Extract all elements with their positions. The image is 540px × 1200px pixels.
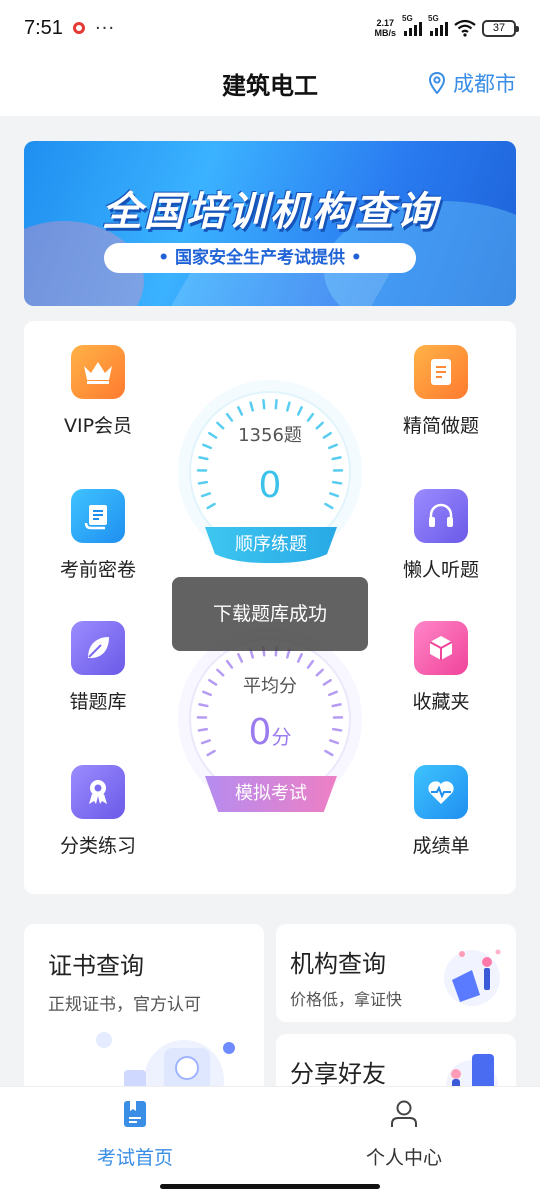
gauge-tick [262,399,266,410]
bottom-navigation: 考试首页 个人中心 [0,1086,540,1200]
nav-profile-label: 个人中心 [365,1147,442,1169]
status-indicators: 2.17 MB/s 5G 5G 37 [374,14,519,38]
nav-profile[interactable]: 个人中心 [324,1099,484,1170]
notification-icon [72,22,85,34]
gauge-tick [198,703,209,708]
average-score-label: 平均分 [243,676,297,697]
app-header: 建筑电工 成都市 [0,56,540,116]
location-label: 成都市 [453,72,516,96]
certificate-query-title: 证书查询 [48,952,144,980]
location-pin-icon [429,72,445,94]
signal-type-label: 5G [402,14,413,23]
banner-title: 全国培训机构查询 [102,189,438,235]
signal-type-label: 5G [428,14,439,23]
wifi-icon [454,19,476,37]
institution-query-title: 机构查询 [290,950,386,978]
status-time: 7:51 [24,16,63,39]
average-score-number: 0 [248,712,272,753]
more-notifications-icon: ··· [94,17,116,39]
institution-query-subtitle: 价格低，拿证快 [290,990,403,1009]
exam-secret-paper-label: 考前密卷 [59,559,136,581]
vip-member-item[interactable]: VIP会员 [28,345,168,438]
sequential-practice-button[interactable]: 顺序练题 [205,527,337,563]
scroll-document-icon [71,489,125,543]
vip-member-label: VIP会员 [63,415,133,437]
score-unit: 分 [271,725,292,749]
lazy-listen-label: 懒人听题 [402,559,479,581]
question-count: 1356题 [238,425,302,446]
status-bar: 7:51 ··· 2.17 MB/s 5G 5G 37 [0,0,540,56]
certificate-query-subtitle: 正规证书，官方认可 [48,995,201,1015]
institution-illustration [444,949,501,1006]
heart-pulse-icon [414,765,468,819]
average-score-value: 0分 [175,712,365,753]
favorites-item[interactable]: 收藏夹 [371,621,511,714]
simplified-practice-item[interactable]: 精简做题 [371,345,511,438]
box-icon [414,621,468,675]
mock-exam-button[interactable]: 模拟考试 [205,776,337,812]
practice-progress-value: 0 [258,465,282,506]
toast-message: 下载题库成功 [172,577,368,651]
score-sheet-label: 成绩单 [412,835,470,857]
home-indicator[interactable] [160,1184,380,1189]
headphones-icon [414,489,468,543]
lazy-listen-item[interactable]: 懒人听题 [371,489,511,582]
score-sheet-item[interactable]: 成绩单 [371,765,511,858]
exam-book-icon [124,1101,146,1127]
battery-icon: 37 [482,19,519,37]
share-friends-title: 分享好友 [290,1060,386,1088]
award-badge-icon [71,765,125,819]
institution-query-card[interactable]: 机构查询 价格低，拿证快 [276,924,516,1022]
signal-icon: 5G [428,14,448,36]
gauge-tick [274,399,278,410]
category-practice-label: 分类练习 [59,835,136,857]
network-speed-value: 2.17 [376,18,394,28]
certificate-query-card[interactable]: 证书查询 正规证书，官方认可 [24,924,264,1104]
network-speed: 2.17 MB/s [374,18,396,38]
network-speed-unit: MB/s [374,28,396,38]
favorites-label: 收藏夹 [412,691,470,713]
note-document-icon [414,345,468,399]
leaf-icon [71,621,125,675]
gauge-tick [331,703,342,708]
category-practice-item[interactable]: 分类练习 [28,765,168,858]
gauge-tick [198,456,209,461]
exam-secret-paper-item[interactable]: 考前密卷 [28,489,168,582]
promo-banner[interactable]: 全国培训机构查询 [24,141,516,306]
nav-exam-home-label: 考试首页 [96,1147,173,1169]
user-profile-icon [391,1100,417,1127]
wrong-question-bank-label: 错题库 [69,691,127,713]
simplified-practice-label: 精简做题 [402,415,479,437]
signal-icon: 5G [402,14,422,36]
location-selector[interactable]: 成都市 [429,68,516,98]
nav-exam-home[interactable]: 考试首页 [55,1099,215,1170]
crown-icon [71,345,125,399]
gauge-tick [331,456,342,461]
wrong-question-bank-item[interactable]: 错题库 [28,621,168,714]
banner-subtitle: • 国家安全生产考试提供 • [104,243,416,273]
